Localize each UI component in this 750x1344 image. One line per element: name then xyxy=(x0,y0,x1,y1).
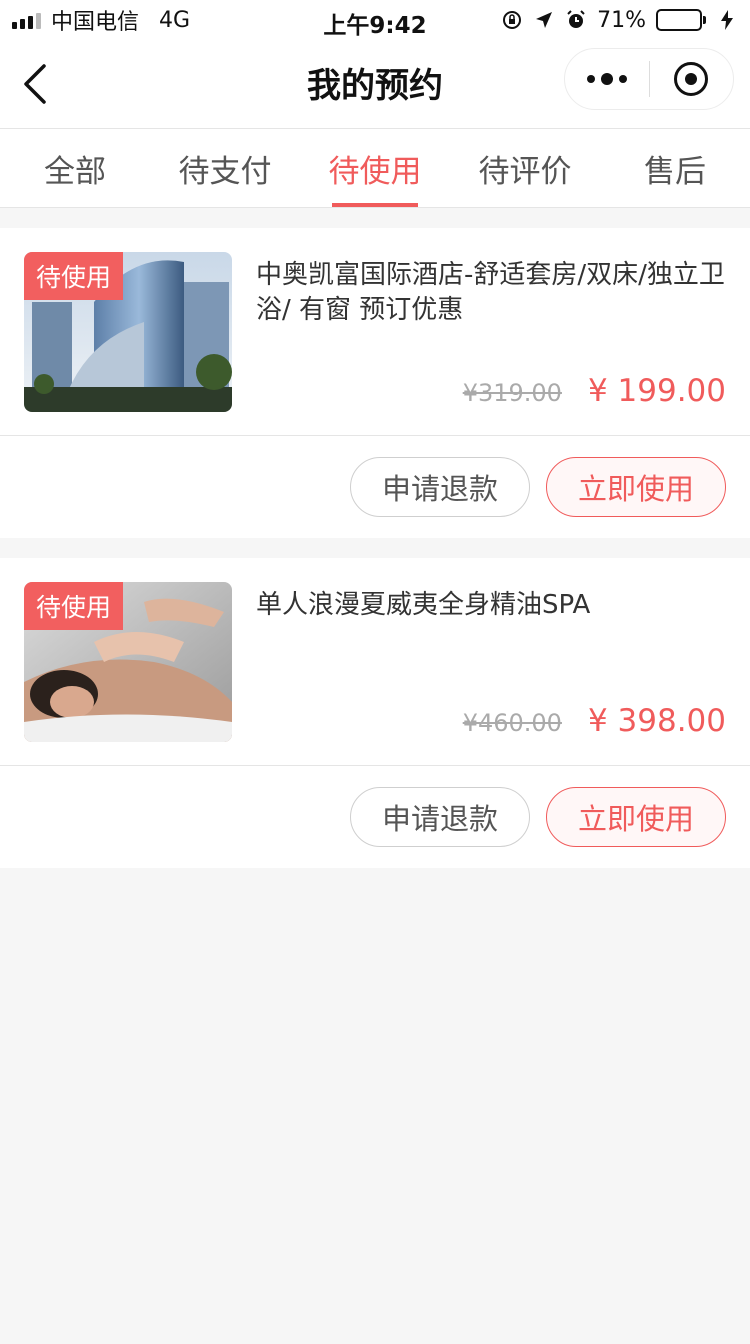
location-arrow-icon xyxy=(533,9,555,31)
nav-bar: 我的预约 xyxy=(0,40,750,128)
mini-program-capsule xyxy=(564,48,734,110)
alarm-icon xyxy=(565,9,587,31)
battery-percent: 71% xyxy=(597,7,646,33)
original-price: ¥319.00 xyxy=(462,379,562,407)
status-badge: 待使用 xyxy=(24,582,124,630)
current-price: ¥ 199.00 xyxy=(587,373,726,409)
current-price: ¥ 398.00 xyxy=(587,703,726,739)
status-bar: 中国电信 4G 上午9:42 71% xyxy=(0,0,750,40)
tab-pending-use[interactable]: 待使用 xyxy=(300,129,450,207)
order-card[interactable]: 待使用 中奥凯富国际酒店-舒适套房/双床/独立卫浴/ 有窗 预订优惠 ¥319.… xyxy=(0,228,750,538)
tab-pending-review[interactable]: 待评价 xyxy=(450,129,600,207)
more-dots-icon xyxy=(587,73,627,85)
more-button[interactable] xyxy=(565,48,649,110)
order-status-tabs: 全部 待支付 待使用 待评价 售后 xyxy=(0,128,750,208)
use-now-button[interactable]: 立即使用 xyxy=(546,787,726,847)
target-circle-icon xyxy=(674,62,709,96)
original-price: ¥460.00 xyxy=(462,709,562,737)
order-title: 单人浪漫夏威夷全身精油SPA xyxy=(256,590,591,620)
order-title: 中奥凯富国际酒店-舒适套房/双床/独立卫浴/ 有窗 预订优惠 xyxy=(256,260,725,325)
battery-icon xyxy=(656,9,706,31)
close-mini-program-button[interactable] xyxy=(650,48,733,110)
tab-pending-payment[interactable]: 待支付 xyxy=(150,129,300,207)
tab-after-sales[interactable]: 售后 xyxy=(600,129,750,207)
rotation-lock-icon xyxy=(501,9,523,31)
order-card[interactable]: 待使用 单人浪漫夏威夷全身精油SPA ¥460.00 ¥ 398.00 申请退款… xyxy=(0,558,750,868)
charging-bolt-icon xyxy=(716,9,738,31)
tab-all[interactable]: 全部 xyxy=(0,129,150,207)
request-refund-button[interactable]: 申请退款 xyxy=(350,457,530,517)
status-badge: 待使用 xyxy=(24,252,124,300)
use-now-button[interactable]: 立即使用 xyxy=(546,457,726,517)
request-refund-button[interactable]: 申请退款 xyxy=(350,787,530,847)
